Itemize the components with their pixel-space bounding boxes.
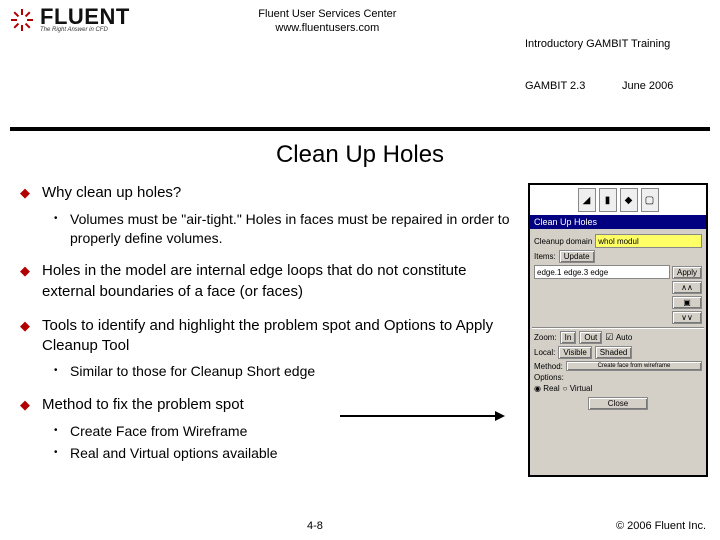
option-real-radio[interactable]: Real [534,384,560,393]
brand-logo: FLUENT The Right Answer in CFD [10,6,130,33]
brand-name: FLUENT [40,6,130,28]
tool-icon-3[interactable]: ◆ [620,188,638,212]
close-button[interactable]: Close [588,397,648,410]
items-label: Items: [534,252,556,261]
tool-icon-1[interactable]: ◢ [578,188,596,212]
header-right: Introductory GAMBIT Training GAMBIT 2.3 … [525,6,710,122]
arrow-line [340,415,495,417]
zoom-label: Zoom: [534,333,557,342]
bullet-method: Method to fix the problem spot Create Fa… [12,395,520,463]
zoom-out-button[interactable]: Out [579,331,602,344]
slide-title: Clean Up Holes [0,141,720,169]
header-center: Fluent User Services Center www.fluentus… [130,6,525,36]
auto-checkbox[interactable]: Auto [605,332,632,343]
bullet-column: Why clean up holes? Volumes must be "air… [12,183,528,477]
footer: 4-8 © 2006 Fluent Inc. [0,520,720,532]
bullet-why-sub1: Volumes must be "air-tight." Holes in fa… [42,210,520,248]
page-number: 4-8 [14,520,616,532]
update-button[interactable]: Update [559,250,595,263]
panel-toolbar: ◢ ▮ ◆ ▢ [530,185,706,215]
nav-mid-button[interactable]: ▣ [672,296,702,309]
training-title: Introductory GAMBIT Training [525,37,710,51]
bullet-why: Why clean up holes? Volumes must be "air… [12,183,520,247]
panel-title: Clean Up Holes [530,215,706,229]
visible-toggle[interactable]: Visible [558,346,591,359]
tool-icon-2[interactable]: ▮ [599,188,617,212]
domain-label: Cleanup domain [534,237,592,246]
edge-list-field[interactable]: edge.1 edge.3 edge [534,265,670,279]
method-select[interactable]: Create face from wireframe [566,361,702,371]
sunburst-icon [10,8,34,32]
shaded-toggle[interactable]: Shaded [595,346,633,359]
local-label: Local: [534,348,555,357]
header-rule [10,127,710,131]
header: FLUENT The Right Answer in CFD Fluent Us… [0,0,720,124]
nav-up-button[interactable]: ∧∧ [672,281,702,294]
cleanup-panel: ◢ ▮ ◆ ▢ Clean Up Holes Cleanup domain wh… [528,183,708,477]
arrow-head-icon [495,411,505,421]
bullet-method-sub2: Real and Virtual options available [42,444,520,463]
bullet-tools-sub1: Similar to those for Cleanup Short edge [42,362,520,381]
options-label: Options: [534,373,702,382]
separator [532,327,704,328]
bullet-method-sub1: Create Face from Wireframe [42,422,520,441]
bullet-tools: Tools to identify and highlight the prob… [12,316,520,381]
tool-icon-4[interactable]: ▢ [641,188,659,212]
services-url: www.fluentusers.com [130,22,525,36]
method-label: Method: [534,362,563,371]
content: Why clean up holes? Volumes must be "air… [0,183,720,477]
brand-tagline: The Right Answer in CFD [40,27,130,33]
apply-button[interactable]: Apply [672,266,702,279]
training-meta: GAMBIT 2.3 June 2006 [525,79,710,93]
nav-down-button[interactable]: ∨∨ [672,311,702,324]
option-virtual-radio[interactable]: Virtual [563,384,593,393]
bullet-holes-def: Holes in the model are internal edge loo… [12,261,520,302]
domain-field[interactable]: whol modul [595,234,702,248]
copyright: © 2006 Fluent Inc. [616,520,706,532]
zoom-in-button[interactable]: In [560,331,577,344]
services-center: Fluent User Services Center [130,8,525,22]
